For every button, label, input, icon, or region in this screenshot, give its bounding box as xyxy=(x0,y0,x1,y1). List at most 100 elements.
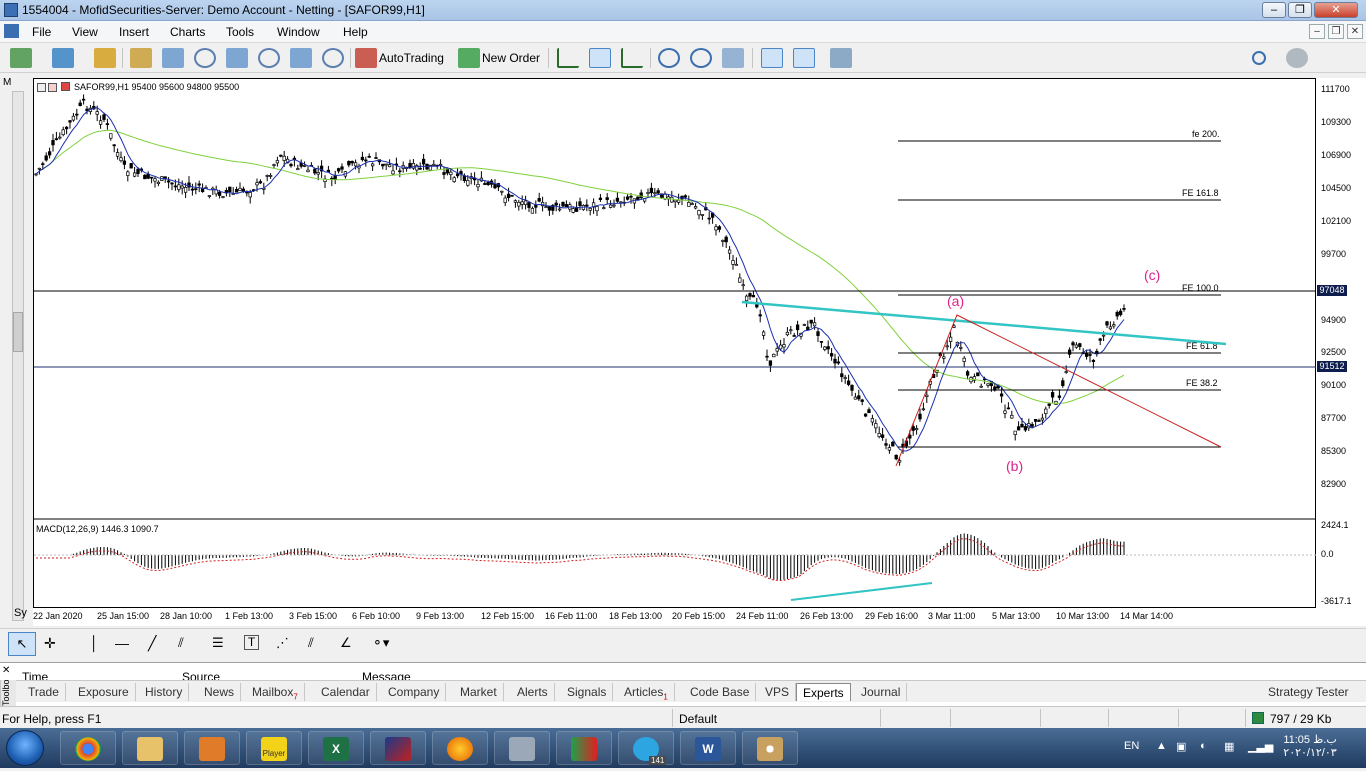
signal-icon[interactable] xyxy=(194,48,216,68)
tab-alerts[interactable]: Alerts xyxy=(511,683,555,701)
word-app[interactable]: W xyxy=(680,731,736,765)
vertical-scrollbar[interactable] xyxy=(12,91,24,621)
terminal-icon[interactable] xyxy=(226,48,248,68)
templates-icon[interactable] xyxy=(830,48,852,68)
price-chart[interactable]: fe 200. FE 161.8 FE 100.0 FE 61.8 FE 38.… xyxy=(34,79,1317,609)
fibonacci-icon[interactable]: ☰ xyxy=(212,635,224,651)
scrollbar-thumb[interactable] xyxy=(13,312,23,352)
tab-company[interactable]: Company xyxy=(382,683,447,701)
new-order-icon[interactable] xyxy=(458,48,480,68)
new-order-button[interactable]: New Order xyxy=(482,51,540,65)
menu-view[interactable]: View xyxy=(72,25,98,39)
player-app[interactable]: Player xyxy=(246,731,302,765)
mdi-close-button[interactable]: ✕ xyxy=(1347,24,1363,39)
mdi-minimize-button[interactable]: – xyxy=(1309,24,1325,39)
line-chart-icon[interactable] xyxy=(621,48,643,68)
menu-tools[interactable]: Tools xyxy=(226,25,254,39)
vertical-line-icon[interactable]: │ xyxy=(90,635,99,651)
bar-chart-icon[interactable] xyxy=(557,48,579,68)
candle-body xyxy=(132,172,137,177)
signal3-icon[interactable] xyxy=(322,48,344,68)
chart-window-icon[interactable] xyxy=(4,24,19,38)
tray-icon-3[interactable]: ▦ xyxy=(1224,740,1234,753)
navigator-icon[interactable] xyxy=(130,48,152,68)
menu-file[interactable]: File xyxy=(32,25,51,39)
menu-window[interactable]: Window xyxy=(277,25,320,39)
telegram-app[interactable]: 141 xyxy=(618,731,674,765)
tray-icon-1[interactable]: ▣ xyxy=(1176,740,1186,753)
tester-icon[interactable] xyxy=(290,48,312,68)
tab-calendar[interactable]: Calendar xyxy=(315,683,377,701)
menu-help[interactable]: Help xyxy=(343,25,368,39)
chart-area[interactable]: fe 200. FE 161.8 FE 100.0 FE 61.8 FE 38.… xyxy=(33,78,1317,609)
autotrading-icon[interactable] xyxy=(355,48,377,68)
data-window-icon[interactable] xyxy=(162,48,184,68)
language-indicator[interactable]: EN xyxy=(1124,740,1139,752)
chat-icon[interactable] xyxy=(1286,48,1308,68)
mt5-app[interactable] xyxy=(556,731,612,765)
tab-mailbox[interactable]: Mailbox7 xyxy=(246,683,305,701)
trendline-icon[interactable]: ╱ xyxy=(148,635,156,652)
text-icon[interactable]: T xyxy=(244,635,259,650)
tab-exposure[interactable]: Exposure xyxy=(72,683,136,701)
menu-insert[interactable]: Insert xyxy=(119,25,149,39)
anydesk-app[interactable] xyxy=(494,731,550,765)
search-icon[interactable] xyxy=(1252,51,1266,65)
maximize-button[interactable]: ❐ xyxy=(1288,2,1312,18)
tab-market[interactable]: Market xyxy=(454,683,504,701)
shapes-icon[interactable]: ⚬▾ xyxy=(372,635,389,651)
tab-journal[interactable]: Journal xyxy=(855,683,908,701)
new-chart-icon[interactable] xyxy=(10,48,32,68)
auto-scroll-icon[interactable] xyxy=(761,48,783,68)
candlestick-icon[interactable] xyxy=(589,48,611,68)
tab-history[interactable]: History xyxy=(139,683,190,701)
candle-body xyxy=(1064,371,1068,373)
mdi-restore-button[interactable]: ❐ xyxy=(1328,24,1344,39)
market-watch-icon[interactable] xyxy=(94,48,116,68)
firefox-app[interactable] xyxy=(432,731,488,765)
price-axis[interactable]: 111700 109300 106900 104500 102100 99700… xyxy=(1316,78,1366,608)
close-button[interactable]: ✕ xyxy=(1314,2,1358,18)
equidistant-channel-icon[interactable]: ⫽ xyxy=(178,635,184,651)
tab-trade[interactable]: Trade xyxy=(22,683,66,701)
signal2-icon[interactable] xyxy=(258,48,280,68)
candle-body xyxy=(248,192,252,198)
angle-icon[interactable]: ∠ xyxy=(340,635,352,651)
profiles-icon[interactable] xyxy=(52,48,74,68)
metatrader-app[interactable] xyxy=(370,731,426,765)
system-clock[interactable]: 11:05 ب.ظ ۲۰۲۰/۱۲/۰۳ xyxy=(1275,733,1345,759)
market-watch-tab[interactable]: M xyxy=(3,77,11,88)
paint-app[interactable] xyxy=(742,731,798,765)
tab-signals[interactable]: Signals xyxy=(561,683,614,701)
chrome-app[interactable] xyxy=(60,731,116,765)
tab-articles[interactable]: Articles1 xyxy=(618,683,675,701)
signal-strength-icon[interactable]: ▁▃▅ xyxy=(1248,740,1273,753)
minimize-button[interactable]: – xyxy=(1262,2,1286,18)
chart-shift-icon[interactable] xyxy=(793,48,815,68)
tab-vps[interactable]: VPS xyxy=(759,683,797,701)
explorer-app[interactable] xyxy=(122,731,178,765)
symbol-tab[interactable]: Sy xyxy=(14,607,27,619)
toolbox-close-icon[interactable]: ✕ xyxy=(2,665,10,676)
zoom-in-icon[interactable] xyxy=(658,48,680,68)
elliott-icon[interactable]: ⋰ xyxy=(276,635,289,651)
horizontal-line-icon[interactable]: — xyxy=(115,635,129,651)
media-app[interactable] xyxy=(184,731,240,765)
toolbox-side-label[interactable]: Toolbox xyxy=(0,680,16,706)
tab-news[interactable]: News xyxy=(198,683,242,701)
autotrading-button[interactable]: AutoTrading xyxy=(379,51,444,65)
pitchfork-icon[interactable]: ⫽ xyxy=(308,635,314,651)
crosshair-icon[interactable]: ✛ xyxy=(44,635,56,652)
tray-arrow-icon[interactable]: ▲ xyxy=(1156,740,1167,752)
excel-app[interactable]: X xyxy=(308,731,364,765)
strategy-tester-tab[interactable]: Strategy Tester xyxy=(1262,683,1354,701)
start-button[interactable] xyxy=(6,730,44,766)
tray-icon-2[interactable]: ◐ xyxy=(1200,740,1207,752)
cursor-icon[interactable]: ↖ xyxy=(8,632,36,656)
time-axis[interactable]: 22 Jan 2020 25 Jan 15:00 28 Jan 10:00 1 … xyxy=(33,608,1366,626)
tab-experts[interactable]: Experts xyxy=(796,683,851,701)
menu-charts[interactable]: Charts xyxy=(170,25,205,39)
tab-code-base[interactable]: Code Base xyxy=(684,683,757,701)
zoom-out-icon[interactable] xyxy=(690,48,712,68)
tile-windows-icon[interactable] xyxy=(722,48,744,68)
